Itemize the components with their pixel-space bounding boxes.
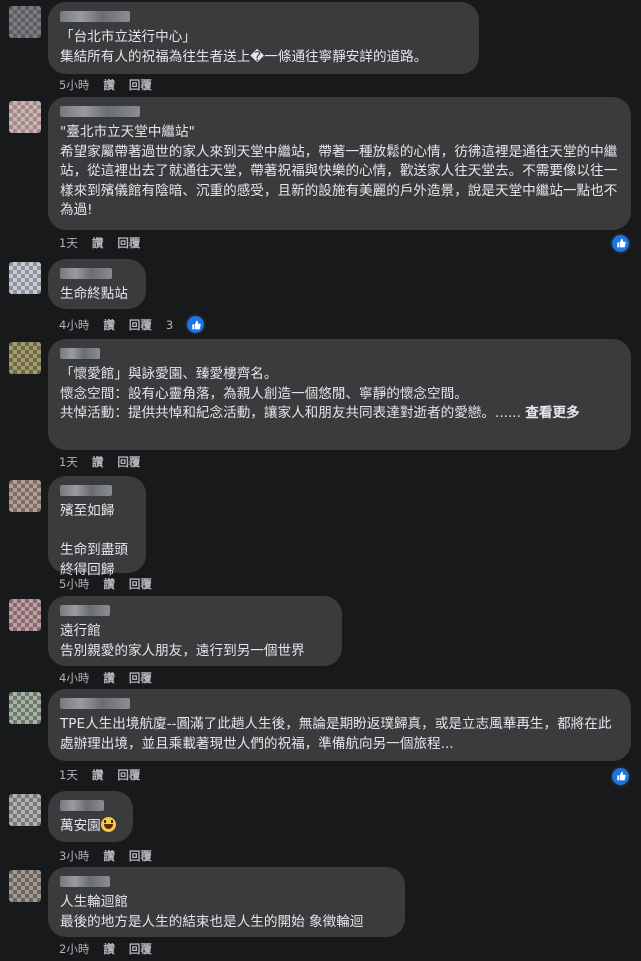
comment-actions: 5小時 讚 回覆 xyxy=(59,576,166,592)
comment-time[interactable]: 4小時 xyxy=(59,317,89,333)
like-button[interactable]: 讚 xyxy=(92,235,104,251)
comment-text: 遠行館 告別親愛的家人朋友，遠行到另一個世界 xyxy=(60,623,305,659)
comment-actions: 1天 讚 回覆 xyxy=(59,767,154,783)
thumbs-up-icon xyxy=(612,767,629,785)
avatar[interactable] xyxy=(9,101,41,133)
like-button[interactable]: 讚 xyxy=(103,576,115,592)
comment-bubble: 「懷愛館」與詠愛園、臻愛樓齊名。 懷念空間：設有心靈角落，為親人創造一個悠閒、寧… xyxy=(48,339,631,450)
comment-body: 「懷愛館」與詠愛園、臻愛樓齊名。 懷念空間：設有心靈角落，為親人創造一個悠閒、寧… xyxy=(60,366,521,421)
like-button[interactable]: 讚 xyxy=(103,77,115,93)
comment-text: 「台北市立送行中心」 集結所有人的祝福為往生者送上�一條通往寧靜安詳的道路。 xyxy=(60,29,428,65)
comment-text: 「懷愛館」與詠愛園、臻愛樓齊名。 懷念空間：設有心靈角落，為親人創造一個悠閒、寧… xyxy=(60,365,619,424)
commenter-name[interactable] xyxy=(60,268,112,279)
comment-bubble: 遠行館 告別親愛的家人朋友，遠行到另一個世界 xyxy=(48,596,342,666)
reply-button[interactable]: 回覆 xyxy=(117,767,140,783)
comment-body: 萬安園 xyxy=(60,818,101,834)
comment-text: 人生輪迴館 最後的地方是人生的結束也是人生的開始 象徵輪迴 xyxy=(60,894,364,930)
reply-button[interactable]: 回覆 xyxy=(117,454,140,470)
comment-bubble: 「台北市立送行中心」 集結所有人的祝福為往生者送上�一條通往寧靜安詳的道路。 xyxy=(48,2,479,74)
comment-text: 殯至如歸 生命到盡頭 終得回歸 xyxy=(60,503,128,578)
comment-text: TPE人生出境航廈--圓滿了此趟人生後，無論是期盼返璞歸真，或是立志風華再生，都… xyxy=(60,716,612,752)
comment-time[interactable]: 1天 xyxy=(59,454,78,470)
comment-bubble: 殯至如歸 生命到盡頭 終得回歸 xyxy=(48,476,146,578)
comment-actions: 4小時 讚 回覆 xyxy=(59,670,166,686)
avatar[interactable] xyxy=(9,692,41,724)
comment-time[interactable]: 3小時 xyxy=(59,848,89,864)
avatar[interactable] xyxy=(9,599,41,631)
like-button[interactable]: 讚 xyxy=(92,767,104,783)
commenter-name[interactable] xyxy=(60,876,110,887)
comment-actions: 1天 讚 回覆 xyxy=(59,454,154,470)
like-button[interactable]: 讚 xyxy=(103,670,115,686)
comment-actions: 5小時 讚 回覆 xyxy=(59,77,166,93)
avatar[interactable] xyxy=(9,6,41,38)
comment-time[interactable]: 1天 xyxy=(59,767,78,783)
commenter-name[interactable] xyxy=(60,605,110,616)
commenter-name[interactable] xyxy=(60,106,140,117)
comment-bubble: 生命終點站 xyxy=(48,259,146,309)
comment-bubble: 萬安園 xyxy=(48,791,133,842)
reply-button[interactable]: 回覆 xyxy=(129,317,152,333)
comment-bubble: 人生輪迴館 最後的地方是人生的結束也是人生的開始 象徵輪迴 xyxy=(48,867,405,937)
commenter-name[interactable] xyxy=(60,698,130,709)
like-button[interactable]: 讚 xyxy=(103,848,115,864)
reply-button[interactable]: 回覆 xyxy=(129,576,152,592)
comment-time[interactable]: 2小時 xyxy=(59,941,89,957)
reply-button[interactable]: 回覆 xyxy=(129,670,152,686)
comment-text: 生命終點站 xyxy=(60,286,128,302)
comment-bubble: "臺北市立天堂中繼站" 希望家屬帶著過世的家人來到天堂中繼站，帶著一種放鬆的心情… xyxy=(48,97,631,230)
reply-button[interactable]: 回覆 xyxy=(129,77,152,93)
avatar[interactable] xyxy=(9,480,41,512)
thumbs-up-icon xyxy=(187,316,205,333)
comment-actions: 2小時 讚 回覆 xyxy=(59,941,166,957)
comment-time[interactable]: 5小時 xyxy=(59,576,89,592)
avatar[interactable] xyxy=(9,342,41,374)
commenter-name[interactable] xyxy=(60,348,100,359)
laughing-emoji-icon xyxy=(100,817,116,832)
commenter-name[interactable] xyxy=(60,800,104,811)
comment-bubble: TPE人生出境航廈--圓滿了此趟人生後，無論是期盼返璞歸真，或是立志風華再生，都… xyxy=(48,689,631,761)
avatar[interactable] xyxy=(9,870,41,902)
reply-button[interactable]: 回覆 xyxy=(129,941,152,957)
comment-text: "臺北市立天堂中繼站" 希望家屬帶著過世的家人來到天堂中繼站，帶著一種放鬆的心情… xyxy=(60,124,618,218)
comment-actions: 3小時 讚 回覆 xyxy=(59,848,166,864)
like-reaction[interactable] xyxy=(612,766,629,785)
like-reaction[interactable] xyxy=(612,233,629,252)
commenter-name[interactable] xyxy=(60,11,130,22)
comment-time[interactable]: 1天 xyxy=(59,235,78,251)
reply-button[interactable]: 回覆 xyxy=(117,235,140,251)
avatar[interactable] xyxy=(9,794,41,826)
avatar[interactable] xyxy=(9,262,41,294)
like-button[interactable]: 讚 xyxy=(92,454,104,470)
see-more-link[interactable]: 查看更多 xyxy=(525,405,579,421)
comment-actions: 1天 讚 回覆 xyxy=(59,235,154,251)
commenter-name[interactable] xyxy=(60,485,112,496)
reply-button[interactable]: 回覆 xyxy=(129,848,152,864)
comment-time[interactable]: 4小時 xyxy=(59,670,89,686)
like-count[interactable]: 3 xyxy=(166,318,173,332)
thumbs-up-icon xyxy=(612,234,629,252)
like-button[interactable]: 讚 xyxy=(103,941,115,957)
comment-time[interactable]: 5小時 xyxy=(59,77,89,93)
like-button[interactable]: 讚 xyxy=(103,317,115,333)
comment-actions: 4小時 讚 回覆 3 xyxy=(59,316,205,333)
comment-text: 萬安園 xyxy=(60,817,121,837)
